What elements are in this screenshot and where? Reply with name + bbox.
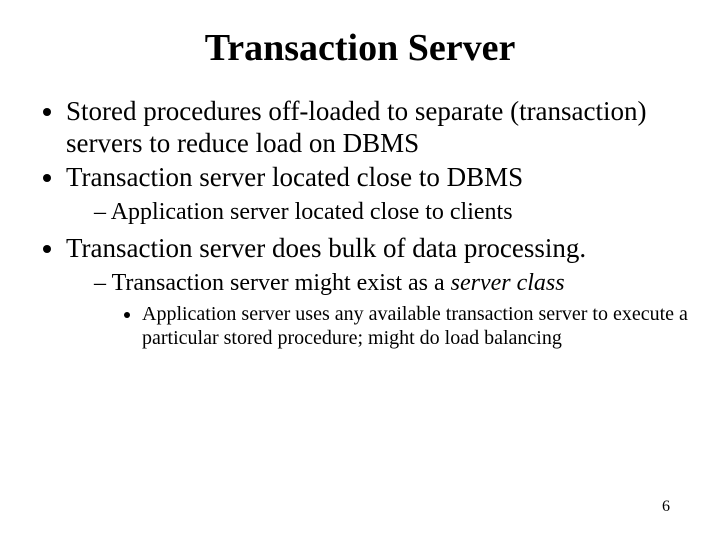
bullet-3-sub-1-text-b: server class bbox=[451, 270, 565, 296]
bullet-1: Stored procedures off-loaded to separate… bbox=[66, 96, 690, 160]
bullet-3-text: Transaction server does bulk of data pro… bbox=[66, 233, 586, 263]
slide: Transaction Server Stored procedures off… bbox=[0, 0, 720, 540]
bullet-3-sub-1-sub-1: Application server uses any available tr… bbox=[142, 302, 690, 351]
bullet-3-sub-1-sublist: Application server uses any available tr… bbox=[94, 302, 690, 351]
bullet-2-sublist: Application server located close to clie… bbox=[66, 198, 690, 227]
slide-title: Transaction Server bbox=[30, 26, 690, 70]
bullet-3: Transaction server does bulk of data pro… bbox=[66, 233, 690, 351]
bullet-2-sub-1: Application server located close to clie… bbox=[94, 198, 690, 227]
bullet-2: Transaction server located close to DBMS… bbox=[66, 162, 690, 227]
bullet-3-sub-1: Transaction server might exist as a serv… bbox=[94, 269, 690, 351]
bullet-2-text: Transaction server located close to DBMS bbox=[66, 162, 523, 192]
bullet-3-sublist: Transaction server might exist as a serv… bbox=[66, 269, 690, 351]
page-number: 6 bbox=[662, 498, 670, 516]
bullet-3-sub-1-text-a: Transaction server might exist as a bbox=[112, 270, 451, 296]
bullet-list: Stored procedures off-loaded to separate… bbox=[30, 96, 690, 351]
